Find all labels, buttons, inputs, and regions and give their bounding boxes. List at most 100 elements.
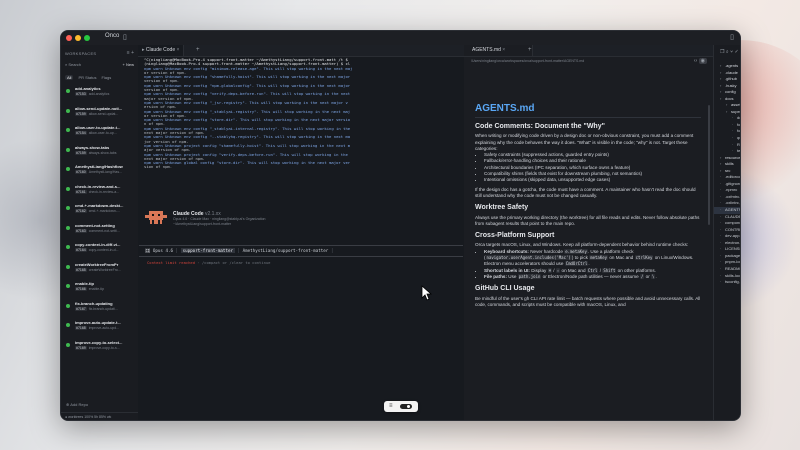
workspace-item[interactable]: comment-not-setting #7163 comment-not-sett… bbox=[61, 223, 138, 243]
bullet-list: Keyboard shortcuts: Never hardcode e.met… bbox=[475, 248, 701, 280]
mouse-cursor-icon bbox=[421, 285, 433, 301]
search-input[interactable]: ⌕ Search bbox=[65, 62, 115, 70]
workspace-title: allow-user-to-update-t... bbox=[75, 125, 121, 130]
paragraph: If the design doc has a gotcha, the code… bbox=[475, 186, 696, 198]
close-window-button[interactable] bbox=[66, 35, 72, 41]
terminal-pane[interactable]: ▸ Claude Code × + ^C(ningliang@MacBook-P… bbox=[138, 45, 465, 420]
workspace-item[interactable]: always-show-tabs #7159 always-show-tabs bbox=[61, 145, 138, 165]
sidebar-header: WORKSPACES bbox=[65, 51, 97, 56]
workspace-item[interactable]: createWorktreeFromPr #7165 createWorktreeF… bbox=[61, 262, 138, 282]
pr-badge: #7159 bbox=[75, 111, 87, 116]
toggle-knob bbox=[407, 405, 410, 408]
minimize-window-button[interactable] bbox=[75, 35, 81, 41]
status-dot bbox=[66, 147, 70, 152]
status-dot bbox=[66, 167, 70, 171]
markdown-h1: AGENTS.md bbox=[475, 103, 535, 114]
workspace-title: enable-tip bbox=[75, 281, 94, 286]
workspace-branch: allow-user-to-up... bbox=[88, 131, 117, 135]
branch-name: support-front-matter bbox=[180, 248, 236, 253]
workspace-item[interactable]: allow-user-to-update-t... #7154 allow-user… bbox=[61, 125, 138, 145]
workspace-branch: fix-branch-updati... bbox=[88, 306, 118, 311]
context-warning: Context limit reached · /compact or /cle… bbox=[147, 260, 271, 265]
zoom-window-button[interactable] bbox=[84, 35, 90, 41]
list-icon: ≡ bbox=[389, 403, 393, 409]
workspace-branch: allow-send-updat... bbox=[88, 111, 119, 116]
workspace-item[interactable]: fix-branch-updating #7167 fix-branch-updat… bbox=[61, 301, 138, 321]
status-dot bbox=[66, 284, 70, 288]
tab-claude-code[interactable]: ▸ Claude Code × bbox=[138, 45, 185, 56]
tab-all[interactable]: All bbox=[65, 75, 74, 80]
workspace-item[interactable]: improve-auto-update-t... #7168 improve-aut… bbox=[61, 320, 138, 340]
pr-badge: #7160 bbox=[75, 170, 87, 174]
workspace-item[interactable]: check-in-review-and-s... #7161 check-in-re… bbox=[61, 184, 138, 204]
file-explorer: ❐ ⌕ ⑂ ✓ › .agents › .claude › .github › .husky ›… bbox=[713, 45, 740, 420]
paragraph: Be mindful of the user's gh CLI API rate… bbox=[475, 295, 701, 307]
close-tab-icon[interactable]: × bbox=[176, 47, 179, 53]
new-workspace-button[interactable]: + New bbox=[123, 62, 134, 67]
markdown-body: Code Comments: Document the "Why" When w… bbox=[475, 123, 701, 308]
status-dot bbox=[66, 206, 70, 210]
view-mode-toggle[interactable]: ≡ bbox=[384, 401, 418, 412]
workspace-item[interactable]: allow-send-update-noti... #7159 allow-send… bbox=[61, 106, 138, 126]
workspace-sidebar: WORKSPACES ≡ + ⌕ Search + New All PR Sta… bbox=[61, 45, 139, 420]
tab-pr-status[interactable]: PR Status bbox=[78, 75, 96, 80]
sidebar-toggle-icon[interactable]: ▯ bbox=[123, 33, 127, 41]
file-path: /Users/ningliang/orca/workspaces/orca/su… bbox=[471, 59, 585, 63]
sidebar-tabs: All PR Status Flags bbox=[65, 75, 111, 80]
workspace-branch: improve-copy-to-s... bbox=[88, 345, 120, 350]
tree-file[interactable]: ·tsconfig.json bbox=[714, 279, 740, 286]
pr-badge: #7162 bbox=[75, 209, 87, 213]
workspace-branch: comment-not-setti... bbox=[88, 228, 120, 233]
workspace-branch: createWorktreeFro... bbox=[88, 267, 121, 272]
search-icon[interactable]: ⌕ bbox=[726, 49, 729, 55]
workspace-item[interactable]: enable-tip #7166 enable-tip bbox=[61, 281, 138, 301]
code-view-icon[interactable]: ‹› bbox=[694, 58, 697, 64]
source-control-icon[interactable]: ⑂ bbox=[730, 49, 733, 55]
tab-flags[interactable]: Flags bbox=[101, 75, 111, 80]
workspace-branch: check-in-review-a... bbox=[88, 189, 120, 194]
toggle-switch bbox=[400, 404, 412, 409]
files-icon[interactable]: ❐ bbox=[720, 49, 724, 55]
pr-badge: #7164 bbox=[75, 248, 87, 252]
workspace-branch: cmd-+-markdown-... bbox=[88, 209, 120, 213]
workspace-item[interactable]: add-analytics #7153 add-analytics bbox=[61, 86, 138, 106]
workspace-title: allow-send-update-noti... bbox=[75, 105, 123, 111]
workspace-item[interactable]: copy-context-in-diff-vi... #7164 copy-cont… bbox=[61, 242, 138, 262]
add-repo-button[interactable]: ⊕ Add Repo bbox=[66, 402, 88, 407]
new-tab-button[interactable]: + bbox=[528, 45, 532, 56]
panel-toggle-icon[interactable]: ▯ bbox=[730, 33, 734, 41]
status-dot bbox=[66, 342, 70, 347]
add-workspace-icon[interactable]: + bbox=[131, 50, 134, 56]
workspace-title: AmethystLiang/Hashflow bbox=[75, 164, 123, 169]
workspace-title: check-in-review-and-s... bbox=[75, 183, 121, 189]
bullet-list: Safety constraints (suppressed actions, … bbox=[475, 152, 701, 183]
markdown-preview-pane[interactable]: AGENTS.md × + /Users/ningliang/orca/work… bbox=[464, 45, 713, 420]
tab-agents-md[interactable]: AGENTS.md × bbox=[464, 45, 533, 56]
file-tree: › .agents › .claude › .github › .husky › config › d… bbox=[714, 63, 740, 286]
pr-badge: #7169 bbox=[75, 345, 87, 350]
workspace-item[interactable]: AmethystLiang/Hashflow #7160 AmethystLiang… bbox=[61, 164, 138, 184]
repo-path: AmethystLiang/support-front-matter bbox=[242, 248, 329, 253]
paragraph: Always use the primary working directory… bbox=[475, 214, 700, 226]
claude-statusline: 🎛 Opus 4.6 │ support-front-matter │ Amet… bbox=[139, 245, 463, 257]
workspace-item[interactable]: cmd-+-markdown-deskt... #7162 cmd-+-markdo… bbox=[61, 203, 138, 223]
status-dot bbox=[66, 225, 70, 230]
titlebar: Onco ▯ ▯ bbox=[61, 31, 740, 46]
workspace-item[interactable]: improve-copy-to-select... #7169 improve-co… bbox=[61, 340, 138, 360]
terminal-line: sion of npm. bbox=[144, 165, 173, 170]
new-tab-button[interactable]: + bbox=[196, 45, 200, 56]
close-tab-icon[interactable]: × bbox=[502, 47, 505, 53]
claude-code-account: Opus 4.6 · Claude Max · ningliang@stably… bbox=[173, 217, 266, 221]
usage-status-bar: ● worktrees 100% 5h 85% wk bbox=[61, 412, 138, 420]
model-name: Opus 4.6 bbox=[152, 248, 174, 253]
preview-icon[interactable]: ◉ bbox=[698, 58, 707, 64]
workspace-branch: always-show-tabs bbox=[88, 150, 117, 155]
paragraph: When writing or modifying code driven by… bbox=[475, 133, 694, 151]
filter-icon[interactable]: ≡ bbox=[127, 50, 130, 56]
h1-rule bbox=[475, 117, 701, 118]
workspace-title: copy-context-in-diff-vi... bbox=[75, 242, 121, 247]
scrollbar[interactable] bbox=[708, 105, 710, 225]
terminal-output: ^C(ningliang@MacBook-Pro-4 support-front… bbox=[144, 58, 460, 170]
status-dot bbox=[66, 89, 70, 93]
checks-icon[interactable]: ✓ bbox=[734, 49, 738, 55]
